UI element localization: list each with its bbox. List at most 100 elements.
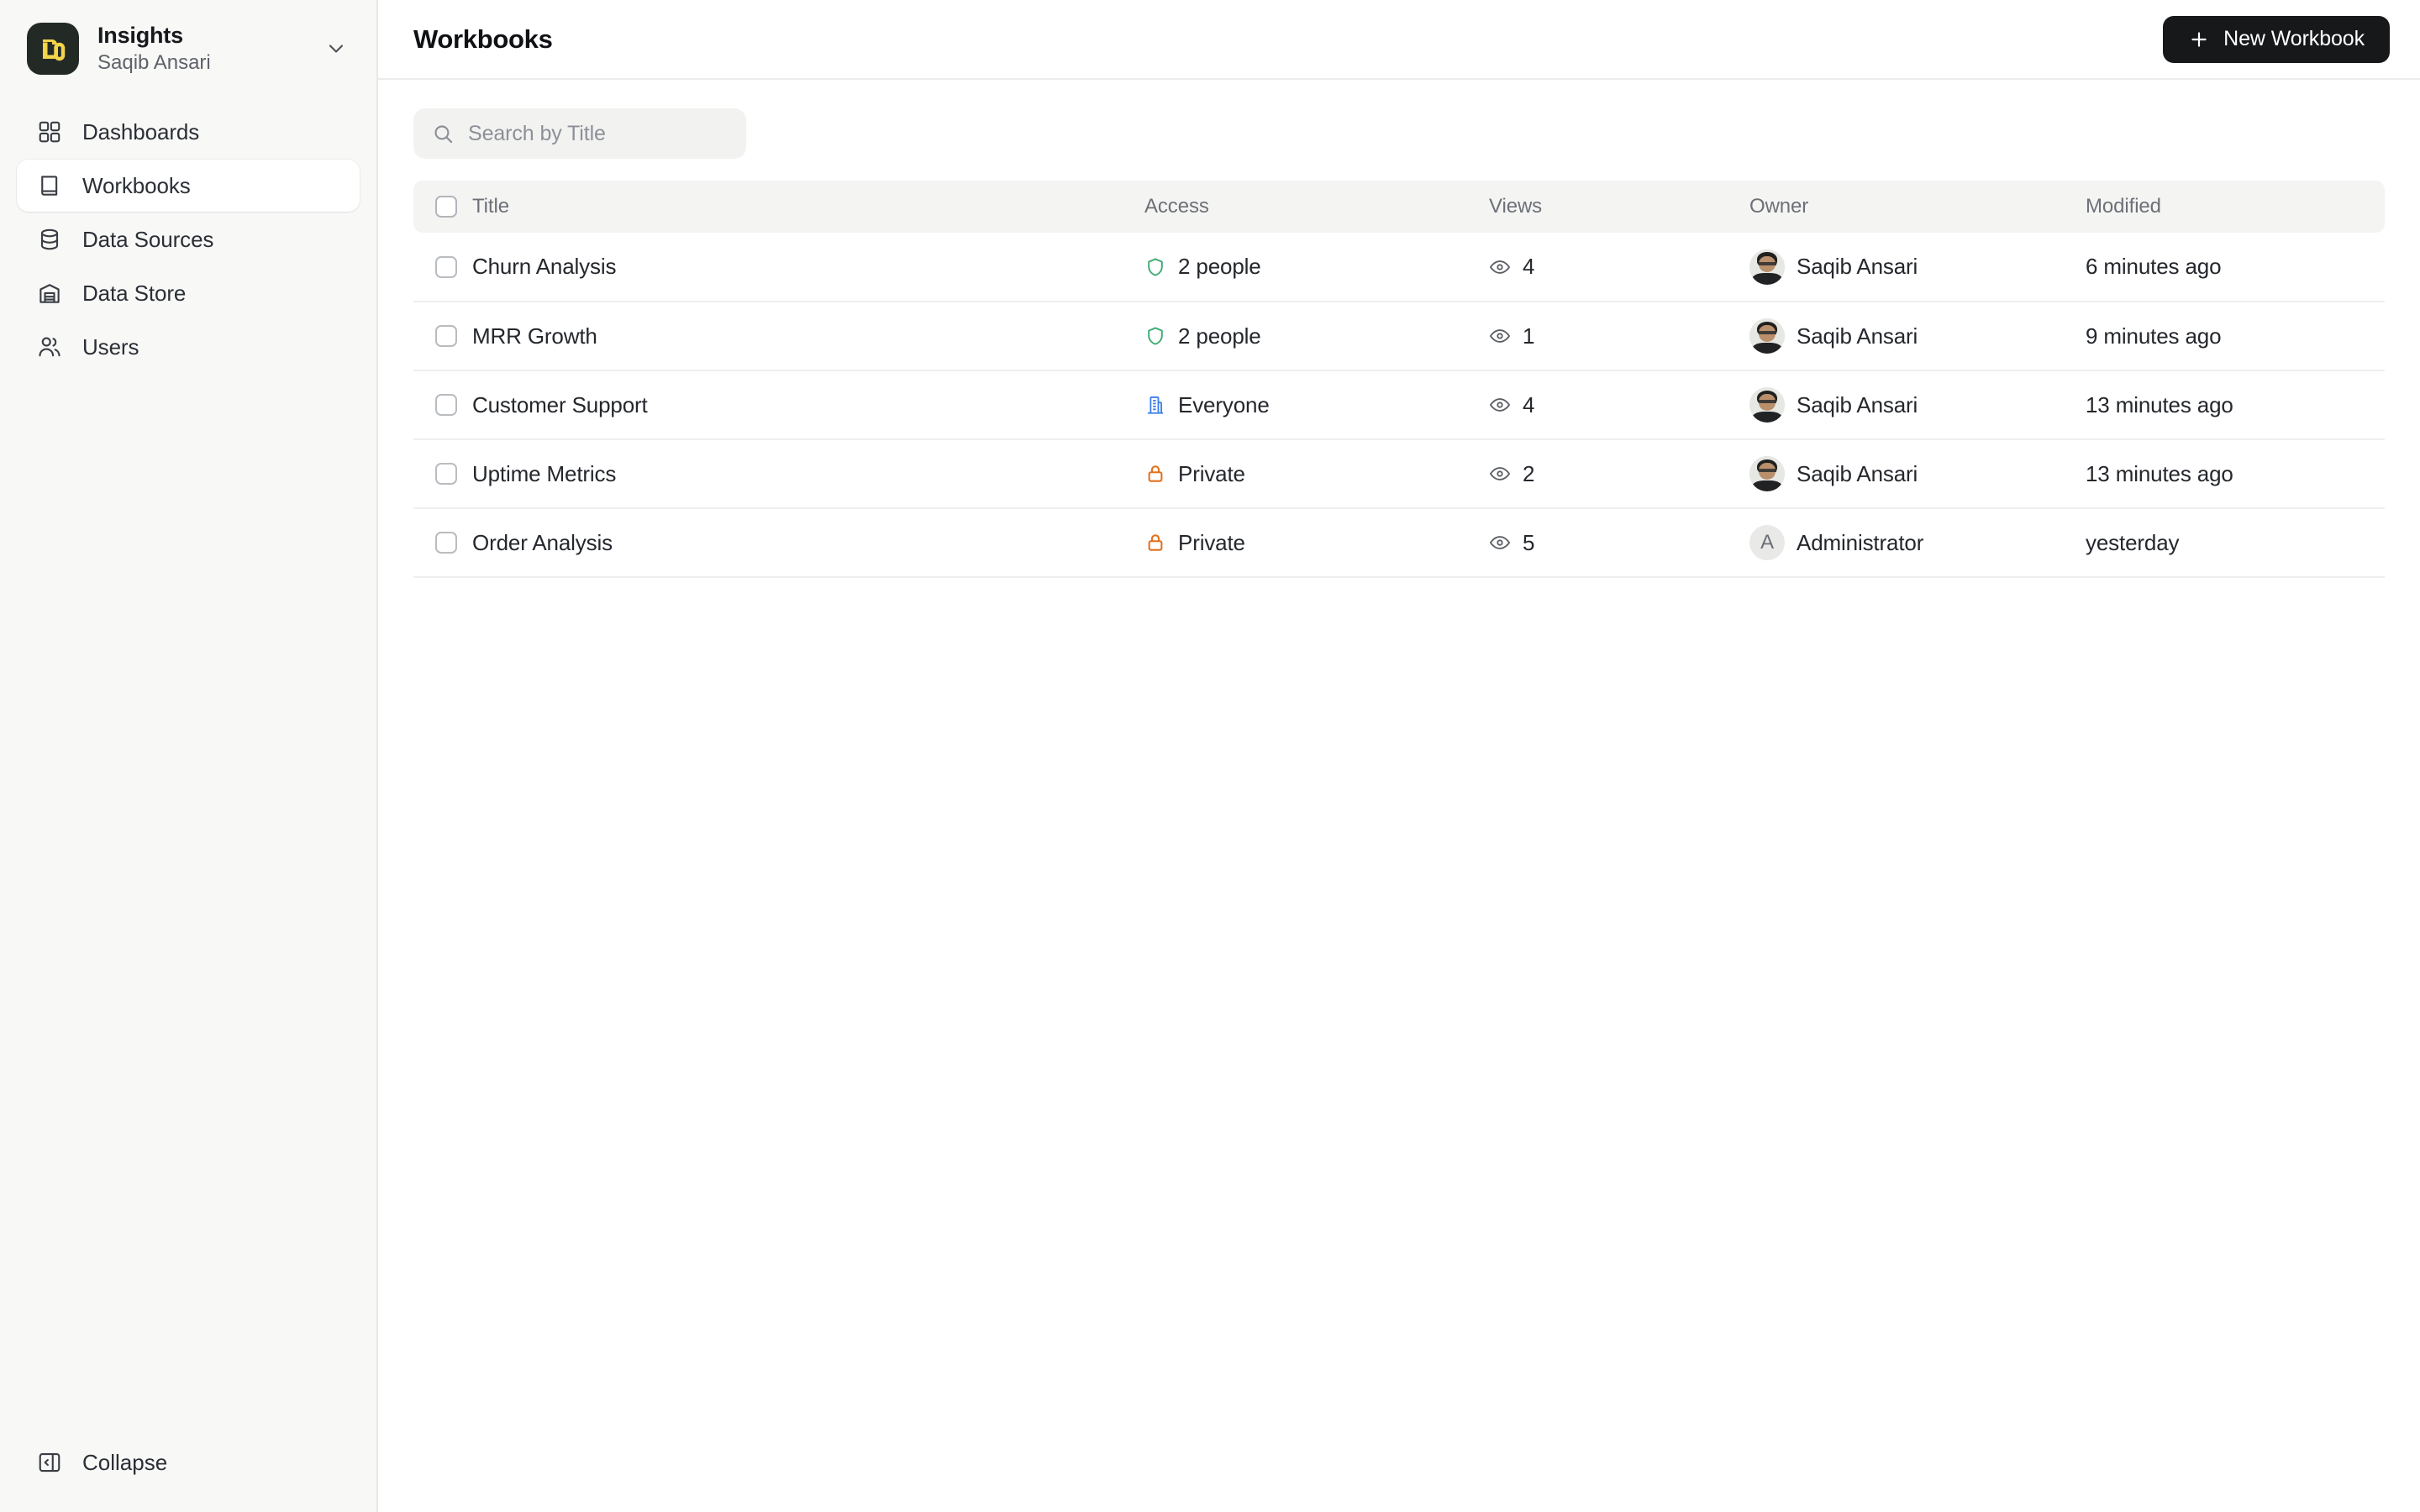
row-title-cell[interactable]: Uptime Metrics xyxy=(472,439,1144,509)
owner-name: Saqib Ansari xyxy=(1797,254,1918,279)
row-title-cell[interactable]: Customer Support xyxy=(472,370,1144,440)
sidebar-item-label: Workbooks xyxy=(82,172,191,198)
eye-icon xyxy=(1489,532,1511,554)
column-label: Title xyxy=(472,195,509,218)
row-owner-cell: Saqib Ansari xyxy=(1749,370,2086,440)
sidebar-item-users[interactable]: Users xyxy=(17,321,360,373)
select-all-checkbox[interactable] xyxy=(435,196,457,218)
row-access-cell: Everyone xyxy=(1144,370,1489,440)
row-select-cell xyxy=(413,233,472,302)
main-content: Workbooks New Workbook Search by Title T… xyxy=(378,0,2420,1512)
workbook-title: Order Analysis xyxy=(472,529,613,555)
modified-time: 9 minutes ago xyxy=(2086,323,2222,349)
column-header-views[interactable]: Views xyxy=(1489,181,1749,233)
row-owner-cell: Saqib Ansari xyxy=(1749,302,2086,371)
workbooks-table: Title Access Views Owner Modified Churn … xyxy=(413,181,2385,578)
eye-icon xyxy=(1489,256,1511,278)
row-modified-cell: 13 minutes ago xyxy=(2086,370,2385,440)
search-input[interactable] xyxy=(468,121,728,146)
column-header-owner[interactable]: Owner xyxy=(1749,181,2086,233)
column-header-modified[interactable]: Modified xyxy=(2086,181,2385,233)
eye-icon xyxy=(1489,463,1511,485)
row-owner-cell: A Administrator xyxy=(1749,508,2086,578)
access-label: Private xyxy=(1178,460,1245,486)
table-row[interactable]: Uptime Metrics Private 2 Saqib Ansari 13 min… xyxy=(413,439,2385,509)
row-access-cell: Private xyxy=(1144,508,1489,578)
avatar xyxy=(1749,249,1785,285)
row-checkbox[interactable] xyxy=(435,325,457,347)
table-row[interactable]: Order Analysis Private 5 A Administrator yest… xyxy=(413,508,2385,578)
row-access-cell: 2 people xyxy=(1144,302,1489,371)
column-label: Modified xyxy=(2086,195,2161,218)
table-row[interactable]: MRR Growth 2 people 1 Saqib Ansari 9 minutes… xyxy=(413,302,2385,371)
owner-name: Saqib Ansari xyxy=(1797,460,1918,486)
table-row[interactable]: Churn Analysis 2 people 4 Saqib Ansari 6 min… xyxy=(413,233,2385,302)
workbooks-panel: Title Access Views Owner Modified xyxy=(378,80,2420,1512)
row-views-cell: 4 xyxy=(1489,233,1749,302)
sidebar-nav: Dashboards Workbooks Data Sources Data S… xyxy=(0,106,376,373)
sidebar-item-data-store[interactable]: Data Store xyxy=(17,267,360,319)
select-all-header xyxy=(413,181,472,233)
sidebar-item-label: Data Sources xyxy=(82,226,214,252)
sidebar-item-dashboards[interactable]: Dashboards xyxy=(17,106,360,158)
avatar xyxy=(1749,387,1785,423)
chevron-down-icon[interactable] xyxy=(324,37,356,60)
access-label: 2 people xyxy=(1178,323,1261,349)
column-header-title[interactable]: Title xyxy=(472,181,1144,233)
shield-icon xyxy=(1144,256,1166,278)
modified-time: 6 minutes ago xyxy=(2086,254,2222,279)
views-count: 4 xyxy=(1523,391,1535,417)
row-checkbox[interactable] xyxy=(435,463,457,485)
row-owner-cell: Saqib Ansari xyxy=(1749,439,2086,509)
workspace-user: Saqib Ansari xyxy=(97,51,211,75)
column-label: Access xyxy=(1144,195,1209,218)
new-workbook-button[interactable]: New Workbook xyxy=(2163,15,2390,63)
plus-icon xyxy=(2188,29,2210,50)
row-checkbox[interactable] xyxy=(435,532,457,554)
eye-icon xyxy=(1489,394,1511,416)
row-modified-cell: 13 minutes ago xyxy=(2086,439,2385,509)
lock-icon xyxy=(1144,463,1166,485)
row-title-cell[interactable]: MRR Growth xyxy=(472,302,1144,371)
row-title-cell[interactable]: Churn Analysis xyxy=(472,233,1144,302)
table-body: Churn Analysis 2 people 4 Saqib Ansari 6 min… xyxy=(413,233,2385,578)
access-label: Private xyxy=(1178,529,1245,555)
book-icon xyxy=(35,171,64,200)
sidebar-footer: Collapse xyxy=(0,1436,376,1512)
search-icon xyxy=(432,123,455,145)
row-title-cell[interactable]: Order Analysis xyxy=(472,508,1144,578)
warehouse-icon xyxy=(35,279,64,307)
row-views-cell: 1 xyxy=(1489,302,1749,371)
modified-time: 13 minutes ago xyxy=(2086,460,2233,486)
table-row[interactable]: Customer Support Everyone 4 Saqib Ansari 13 … xyxy=(413,370,2385,440)
sidebar-item-label: Data Store xyxy=(82,280,187,306)
row-checkbox[interactable] xyxy=(435,394,457,416)
modified-time: 13 minutes ago xyxy=(2086,391,2233,417)
views-count: 4 xyxy=(1523,254,1535,279)
views-count: 2 xyxy=(1523,460,1535,486)
workspace-name: Insights xyxy=(97,23,183,48)
column-header-access[interactable]: Access xyxy=(1144,181,1489,233)
database-icon xyxy=(35,225,64,254)
row-owner-cell: Saqib Ansari xyxy=(1749,233,2086,302)
views-count: 5 xyxy=(1523,529,1535,555)
sidebar-item-workbooks[interactable]: Workbooks xyxy=(17,160,360,213)
avatar xyxy=(1749,456,1785,491)
search-box[interactable] xyxy=(413,108,746,159)
workbook-title: Customer Support xyxy=(472,391,648,417)
avatar: A xyxy=(1749,525,1785,560)
row-views-cell: 5 xyxy=(1489,508,1749,578)
building-icon xyxy=(1144,394,1166,416)
workspace-switcher[interactable]: Insights Saqib Ansari xyxy=(0,0,376,94)
row-select-cell xyxy=(413,302,472,371)
table-header-row: Title Access Views Owner Modified xyxy=(413,181,2385,233)
collapse-sidebar-button[interactable]: Collapse xyxy=(17,1436,360,1488)
row-select-cell xyxy=(413,370,472,440)
avatar xyxy=(1749,318,1785,354)
row-checkbox[interactable] xyxy=(435,255,457,278)
row-modified-cell: 9 minutes ago xyxy=(2086,302,2385,371)
row-access-cell: 2 people xyxy=(1144,233,1489,302)
workbook-title: Churn Analysis xyxy=(472,254,617,279)
sidebar-item-data-sources[interactable]: Data Sources xyxy=(17,213,360,265)
row-select-cell xyxy=(413,508,472,578)
